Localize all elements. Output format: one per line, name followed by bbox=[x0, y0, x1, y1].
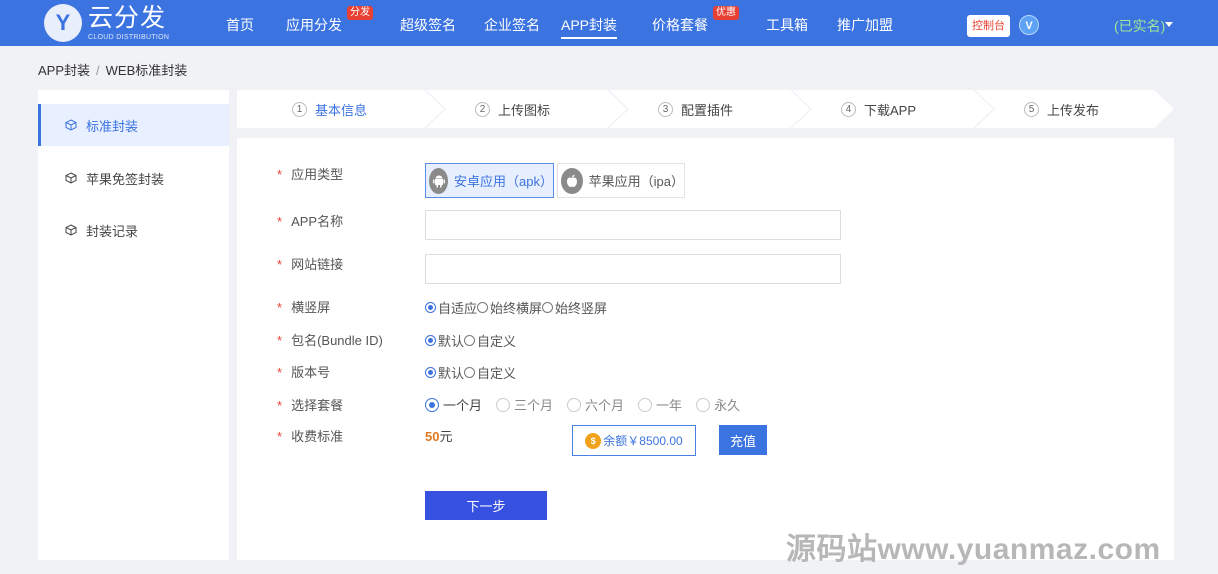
label-bundle-id: * 包名(Bundle ID) bbox=[277, 333, 383, 348]
sidebar-item-records[interactable]: 封装记录 bbox=[38, 209, 229, 251]
nav-super-signature[interactable]: 超级签名 bbox=[400, 0, 456, 46]
nav-badge-distribution: 分发 bbox=[347, 6, 373, 20]
label-site-url: * 网站链接 bbox=[277, 257, 344, 272]
nav-pricing[interactable]: 价格套餐 bbox=[652, 0, 708, 46]
step-configure-plugins[interactable]: 3 配置插件 bbox=[658, 90, 733, 128]
cube-icon bbox=[65, 119, 77, 131]
balance-text: 余额￥8500.00 bbox=[603, 434, 683, 448]
next-step-button[interactable]: 下一步 bbox=[425, 491, 547, 520]
bundle-default-radio[interactable]: 默认 bbox=[425, 331, 464, 350]
bundle-radio-group: 默认 自定义 bbox=[425, 331, 516, 350]
label-app-name: * APP名称 bbox=[277, 214, 344, 229]
sidebar-item-label: 苹果免签封装 bbox=[86, 171, 165, 187]
site-url-input[interactable] bbox=[425, 254, 841, 284]
app-name-input[interactable] bbox=[425, 210, 841, 240]
steps-bar: 1 基本信息 2 上传图标 3 配置插件 4 下载APP 5 上传发布 bbox=[237, 90, 1174, 128]
sidebar-item-apple-unsigned[interactable]: 苹果免签封装 bbox=[38, 157, 229, 199]
cube-icon bbox=[65, 172, 77, 184]
logo-subtitle: CLOUD DISTRIBUTION bbox=[88, 33, 170, 41]
label-package: * 选择套餐 bbox=[277, 398, 344, 413]
step-number: 1 bbox=[292, 101, 307, 117]
console-button[interactable]: 控制台 bbox=[967, 15, 1010, 37]
step-number: 3 bbox=[658, 101, 673, 117]
fee-value: 50元 bbox=[425, 429, 453, 444]
apple-icon bbox=[561, 167, 583, 194]
app-type-ipa-label: 苹果应用（ipa） bbox=[588, 174, 684, 189]
form-card: * 应用类型 安卓应用（apk） 苹果应用（ipa） * APP名称 * 网站链接 *… bbox=[237, 138, 1174, 560]
package-1year-radio[interactable]: 一年 bbox=[638, 395, 682, 414]
package-1month-radio[interactable]: 一个月 bbox=[425, 395, 482, 414]
logo-name: 云分发 bbox=[88, 3, 167, 32]
label-fee: * 收费标准 bbox=[277, 429, 344, 444]
version-radio-group: 默认 自定义 bbox=[425, 363, 516, 382]
step-number: 2 bbox=[475, 101, 490, 117]
breadcrumb-separator: / bbox=[96, 63, 100, 78]
sidebar: 标准封装 苹果免签封装 封装记录 bbox=[38, 90, 229, 560]
step-label: 配置插件 bbox=[681, 102, 734, 118]
step-label: 下载APP bbox=[864, 102, 917, 118]
breadcrumb-root[interactable]: APP封装 bbox=[38, 63, 90, 78]
recharge-button[interactable]: 充值 bbox=[719, 425, 767, 455]
version-default-radio[interactable]: 默认 bbox=[425, 363, 464, 382]
step-download-app[interactable]: 4 下载APP bbox=[841, 90, 916, 128]
nav-home[interactable]: 首页 bbox=[226, 0, 254, 46]
step-upload-icon[interactable]: 2 上传图标 bbox=[475, 90, 550, 128]
cube-icon bbox=[65, 224, 77, 236]
user-status[interactable]: (已实名) bbox=[1114, 16, 1165, 36]
vip-badge-icon: V bbox=[1019, 15, 1039, 35]
label-app-type: * 应用类型 bbox=[277, 167, 344, 182]
step-label: 基本信息 bbox=[315, 102, 368, 118]
orientation-radio-group: 自适应 始终横屏 始终竖屏 bbox=[425, 298, 607, 317]
bundle-custom-radio[interactable]: 自定义 bbox=[464, 331, 516, 350]
chevron-down-icon[interactable] bbox=[1165, 22, 1173, 27]
top-navbar: Y 云分发 CLOUD DISTRIBUTION 首页 应用分发 分发 超级签名… bbox=[0, 0, 1218, 46]
sidebar-item-standard-packaging[interactable]: 标准封装 bbox=[38, 104, 229, 146]
app-type-apk-option[interactable]: 安卓应用（apk） bbox=[425, 163, 554, 198]
nav-enterprise-signature[interactable]: 企业签名 bbox=[484, 0, 540, 46]
android-icon bbox=[429, 167, 449, 194]
version-custom-radio[interactable]: 自定义 bbox=[464, 363, 516, 382]
breadcrumb: APP封装 / WEB标准封装 bbox=[38, 60, 187, 79]
label-version: * 版本号 bbox=[277, 365, 331, 380]
step-basic-info[interactable]: 1 基本信息 bbox=[292, 90, 367, 128]
watermark: 源码站www.yuanmaz.com bbox=[786, 533, 1161, 566]
nav-app-packaging[interactable]: APP封装 bbox=[561, 0, 618, 46]
orientation-auto-radio[interactable]: 自适应 bbox=[425, 298, 477, 317]
nav-app-distribution[interactable]: 应用分发 bbox=[286, 0, 342, 46]
orientation-portrait-radio[interactable]: 始终竖屏 bbox=[542, 298, 607, 317]
label-orientation: * 横竖屏 bbox=[277, 300, 331, 315]
orientation-landscape-radio[interactable]: 始终横屏 bbox=[477, 298, 542, 317]
sidebar-item-label: 封装记录 bbox=[86, 223, 139, 239]
breadcrumb-current: WEB标准封装 bbox=[105, 63, 188, 78]
package-3month-radio[interactable]: 三个月 bbox=[496, 395, 553, 414]
package-radio-group: 一个月 三个月 六个月 一年 永久 bbox=[425, 395, 754, 414]
app-type-ipa-option[interactable]: 苹果应用（ipa） bbox=[557, 163, 685, 198]
step-number: 5 bbox=[1024, 101, 1039, 117]
nav-affiliate[interactable]: 推广加盟 bbox=[837, 0, 893, 46]
step-upload-publish[interactable]: 5 上传发布 bbox=[1024, 90, 1099, 128]
step-label: 上传发布 bbox=[1047, 102, 1100, 118]
app-type-apk-label: 安卓应用（apk） bbox=[454, 174, 553, 189]
step-number: 4 bbox=[841, 101, 856, 117]
nav-toolbox[interactable]: 工具箱 bbox=[766, 0, 808, 46]
money-bag-icon: $ bbox=[585, 432, 602, 449]
balance-display: $ 余额￥8500.00 bbox=[572, 425, 696, 456]
package-6month-radio[interactable]: 六个月 bbox=[567, 395, 624, 414]
sidebar-item-label: 标准封装 bbox=[86, 118, 139, 134]
nav-badge-discount: 优惠 bbox=[713, 6, 739, 20]
step-label: 上传图标 bbox=[498, 102, 551, 118]
logo-mark: Y bbox=[44, 4, 82, 42]
package-forever-radio[interactable]: 永久 bbox=[696, 395, 740, 414]
logo[interactable]: Y 云分发 CLOUD DISTRIBUTION bbox=[44, 4, 169, 42]
